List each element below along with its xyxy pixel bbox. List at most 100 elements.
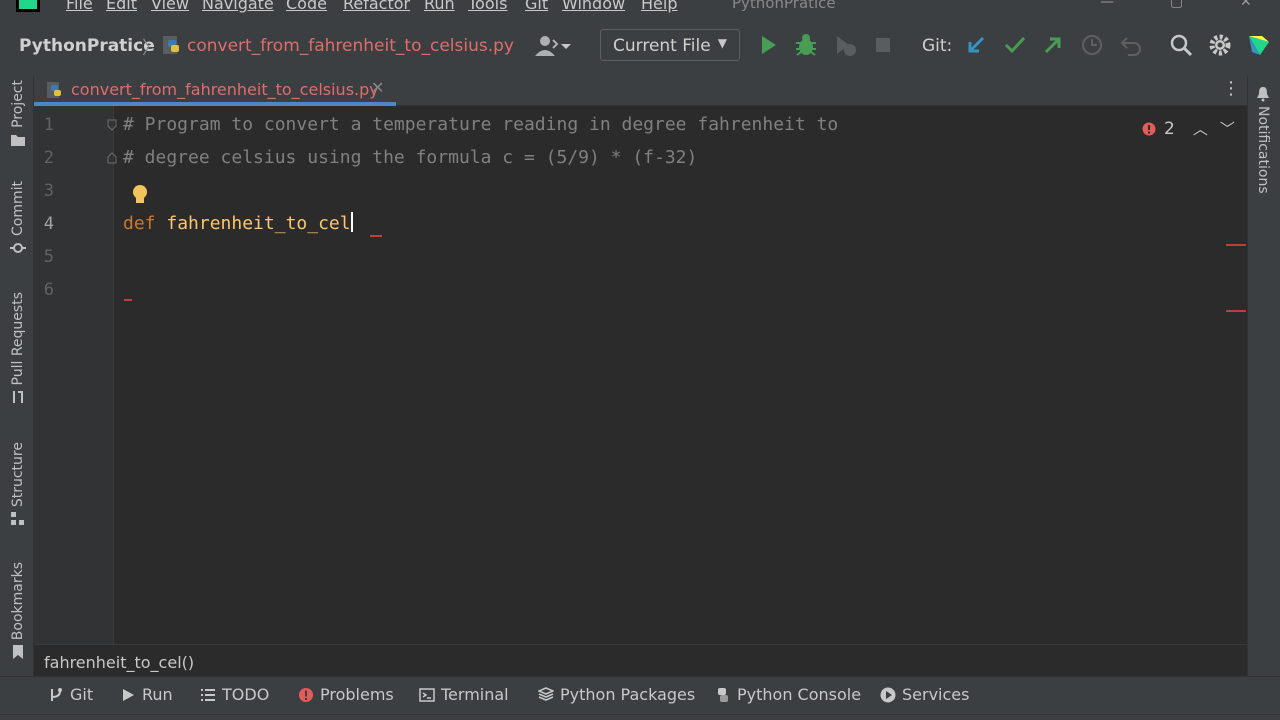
menu-refactor[interactable]: Refactor	[343, 0, 410, 13]
tool-run[interactable]: Run	[120, 685, 173, 704]
menu-help[interactable]: Help	[641, 0, 677, 13]
main-toolbar: PythonPratice 〉 convert_from_fahrenheit_…	[0, 14, 1280, 76]
editor-tab[interactable]: convert_from_fahrenheit_to_celsius.py ✕	[34, 76, 396, 106]
nav-project[interactable]: PythonPratice	[19, 36, 155, 56]
menu-window[interactable]: Window	[562, 0, 625, 13]
tool-python-packages[interactable]: Python Packages	[538, 685, 695, 704]
error-count: 2	[1164, 118, 1175, 139]
status-bar	[0, 714, 1280, 720]
git-label: Git:	[922, 36, 953, 56]
tool-problems-label: Problems	[320, 685, 394, 704]
tool-notifications[interactable]: Notifications	[1255, 86, 1271, 194]
more-vertical-icon[interactable]: ⋮	[1222, 78, 1240, 99]
stop-icon[interactable]	[870, 32, 896, 58]
tool-python-packages-label: Python Packages	[560, 685, 696, 704]
tool-project-label: Project	[10, 80, 26, 128]
maximize-icon[interactable]: ▢	[1170, 0, 1183, 10]
tool-bookmarks[interactable]: Bookmarks	[4, 562, 32, 660]
git-update-icon[interactable]	[963, 32, 989, 58]
nav-file[interactable]: convert_from_fahrenheit_to_celsius.py	[187, 36, 514, 56]
git-push-icon[interactable]	[1040, 32, 1066, 58]
chevron-down-icon[interactable]: ﹀	[1220, 118, 1235, 139]
menu-run[interactable]: Run	[424, 0, 455, 13]
debug-icon[interactable]	[793, 32, 819, 58]
menu-code[interactable]: Code	[286, 0, 327, 13]
menu-bar: File Edit View Navigate Code Refactor Ru…	[0, 0, 1280, 14]
left-tool-strip: Project Commit Pull Requests Structure B…	[0, 76, 34, 676]
packages-icon	[538, 686, 554, 701]
code-editor[interactable]: 1 2 3 4 5 6 # Program to convert a tempe…	[34, 106, 1247, 644]
history-icon[interactable]	[1079, 32, 1105, 58]
close-window-icon[interactable]: ✕	[1240, 0, 1252, 10]
fold-start-icon[interactable]	[106, 119, 118, 131]
breadcrumb-function[interactable]: fahrenheit_to_cel()	[44, 653, 194, 672]
tool-problems[interactable]: Problems	[298, 685, 394, 704]
services-icon	[880, 687, 896, 702]
menu-navigate[interactable]: Navigate	[202, 0, 274, 13]
tool-terminal[interactable]: Terminal	[419, 685, 509, 704]
tool-bookmarks-label: Bookmarks	[10, 562, 26, 641]
commit-icon	[10, 243, 26, 253]
code-with-me-icon[interactable]	[533, 34, 573, 58]
git-branch-icon	[51, 687, 62, 701]
tool-structure-label: Structure	[10, 442, 26, 508]
tool-project[interactable]: Project	[4, 80, 32, 148]
tool-todo[interactable]: TODO	[200, 685, 269, 704]
error-stripe-marker[interactable]	[1226, 310, 1246, 312]
pull-request-icon	[13, 391, 23, 404]
tool-run-label: Run	[142, 685, 173, 704]
editor-breadcrumb: fahrenheit_to_cel()	[34, 644, 1247, 676]
python-console-icon	[718, 687, 728, 702]
run-icon	[123, 688, 134, 701]
keyword-def: def	[123, 213, 156, 234]
tool-structure[interactable]: Structure	[4, 442, 32, 527]
menu-file[interactable]: File	[66, 0, 93, 13]
settings-gear-icon[interactable]	[1207, 32, 1233, 58]
menu-git[interactable]: Git	[525, 0, 548, 13]
structure-icon	[11, 512, 24, 526]
run-icon[interactable]	[755, 32, 781, 58]
menu-tools[interactable]: Tools	[468, 0, 507, 13]
bell-icon	[1257, 87, 1269, 102]
terminal-icon	[419, 687, 435, 702]
tool-python-console-label: Python Console	[737, 685, 862, 704]
search-icon[interactable]	[1168, 32, 1194, 58]
inspection-widget[interactable]: 2 ︿ ﹀	[1142, 118, 1235, 139]
window-title: PythonPratice	[732, 0, 836, 12]
tool-commit-label: Commit	[10, 181, 26, 236]
text-caret	[350, 212, 353, 232]
close-tab-icon[interactable]: ✕	[371, 78, 384, 97]
git-commit-icon[interactable]	[1002, 32, 1028, 58]
bottom-tool-bar: Git Run TODO Problems Terminal Python Pa…	[0, 676, 1280, 714]
tool-services[interactable]: Services	[880, 685, 969, 704]
code-line-4: def fahrenheit_to_cel	[123, 212, 353, 234]
tool-pull-requests-label: Pull Requests	[10, 292, 26, 386]
pycharm-logo-icon	[16, 0, 40, 12]
todo-list-icon	[201, 688, 215, 701]
menu-view[interactable]: View	[151, 0, 189, 13]
python-file-icon	[163, 36, 179, 54]
intention-bulb-icon[interactable]	[130, 184, 150, 206]
error-icon	[1142, 122, 1156, 135]
jetbrains-ai-icon[interactable]	[1246, 32, 1272, 58]
editor-tab-label: convert_from_fahrenheit_to_celsius.py	[71, 80, 379, 99]
line-number: 6	[43, 280, 54, 300]
tool-git[interactable]: Git	[48, 685, 93, 704]
function-name: fahrenheit_to_cel	[166, 213, 351, 234]
tool-terminal-label: Terminal	[441, 685, 509, 704]
menu-edit[interactable]: Edit	[106, 0, 137, 13]
tool-python-console[interactable]: Python Console	[715, 685, 861, 704]
tool-notifications-label: Notifications	[1255, 106, 1271, 194]
rollback-icon[interactable]	[1118, 32, 1144, 58]
tool-commit[interactable]: Commit	[4, 181, 32, 256]
code-line-1: # Program to convert a temperature readi…	[123, 114, 839, 135]
minimize-icon[interactable]: —	[1100, 0, 1114, 10]
bookmark-icon	[13, 645, 23, 660]
tool-pull-requests[interactable]: Pull Requests	[4, 292, 32, 405]
error-stripe-marker[interactable]	[1226, 244, 1246, 246]
chevron-up-icon[interactable]: ︿	[1193, 118, 1208, 139]
fold-end-icon[interactable]	[106, 152, 118, 164]
line-number: 5	[43, 247, 54, 267]
run-configuration-select[interactable]: Current File ▼	[600, 29, 740, 61]
profile-icon[interactable]	[832, 32, 858, 58]
